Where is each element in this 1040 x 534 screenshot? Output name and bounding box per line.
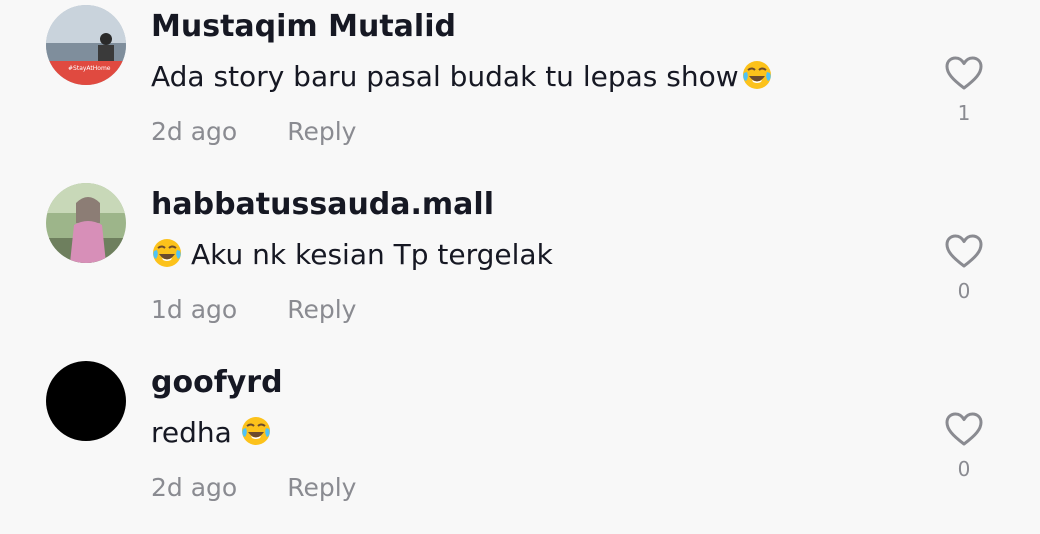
heart-icon[interactable] xyxy=(944,233,984,269)
heart-icon[interactable] xyxy=(944,411,984,447)
comment-meta: 2d ago Reply xyxy=(151,473,356,502)
tears-of-joy-emoji-icon xyxy=(741,59,773,98)
like-button[interactable]: 0 xyxy=(942,411,986,481)
comment-item: goofyrd redha 2d ago Reply 0 xyxy=(0,356,1040,534)
like-count: 0 xyxy=(957,457,971,481)
tears-of-joy-emoji-icon xyxy=(240,415,272,454)
like-count: 1 xyxy=(957,101,971,125)
heart-icon[interactable] xyxy=(944,55,984,91)
like-button[interactable]: 0 xyxy=(942,233,986,303)
avatar[interactable]: #StayAtHome xyxy=(46,5,126,85)
comment-username[interactable]: habbatussauda.mall xyxy=(151,187,494,222)
comment-text: Aku nk kesian Tp tergelak xyxy=(151,237,553,276)
comment-username[interactable]: goofyrd xyxy=(151,365,283,400)
comment-item: habbatussauda.mall Aku nk kesian Tp terg… xyxy=(0,178,1040,356)
comment-text-body: redha xyxy=(151,416,232,449)
like-button[interactable]: 1 xyxy=(942,55,986,125)
reply-button[interactable]: Reply xyxy=(287,117,356,146)
reply-button[interactable]: Reply xyxy=(287,295,356,324)
like-count: 0 xyxy=(957,279,971,303)
comment-time: 2d ago xyxy=(151,473,238,502)
comment-time: 2d ago xyxy=(151,117,238,146)
comment-text: Ada story baru pasal budak tu lepas show xyxy=(151,59,773,98)
comment-time: 1d ago xyxy=(151,295,238,324)
avatar[interactable] xyxy=(46,361,126,441)
comment-meta: 2d ago Reply xyxy=(151,117,356,146)
comment-text: redha xyxy=(151,415,272,454)
comment-text-body: Aku nk kesian Tp tergelak xyxy=(191,238,553,271)
comment-item: #StayAtHome Mustaqim Mutalid Ada story b… xyxy=(0,0,1040,178)
comment-text-body: Ada story baru pasal budak tu lepas show xyxy=(151,60,739,93)
reply-button[interactable]: Reply xyxy=(287,473,356,502)
comment-username[interactable]: Mustaqim Mutalid xyxy=(151,9,456,44)
tears-of-joy-emoji-icon xyxy=(151,237,183,276)
comment-meta: 1d ago Reply xyxy=(151,295,356,324)
avatar[interactable] xyxy=(46,183,126,263)
avatar-text: #StayAtHome xyxy=(68,65,111,72)
